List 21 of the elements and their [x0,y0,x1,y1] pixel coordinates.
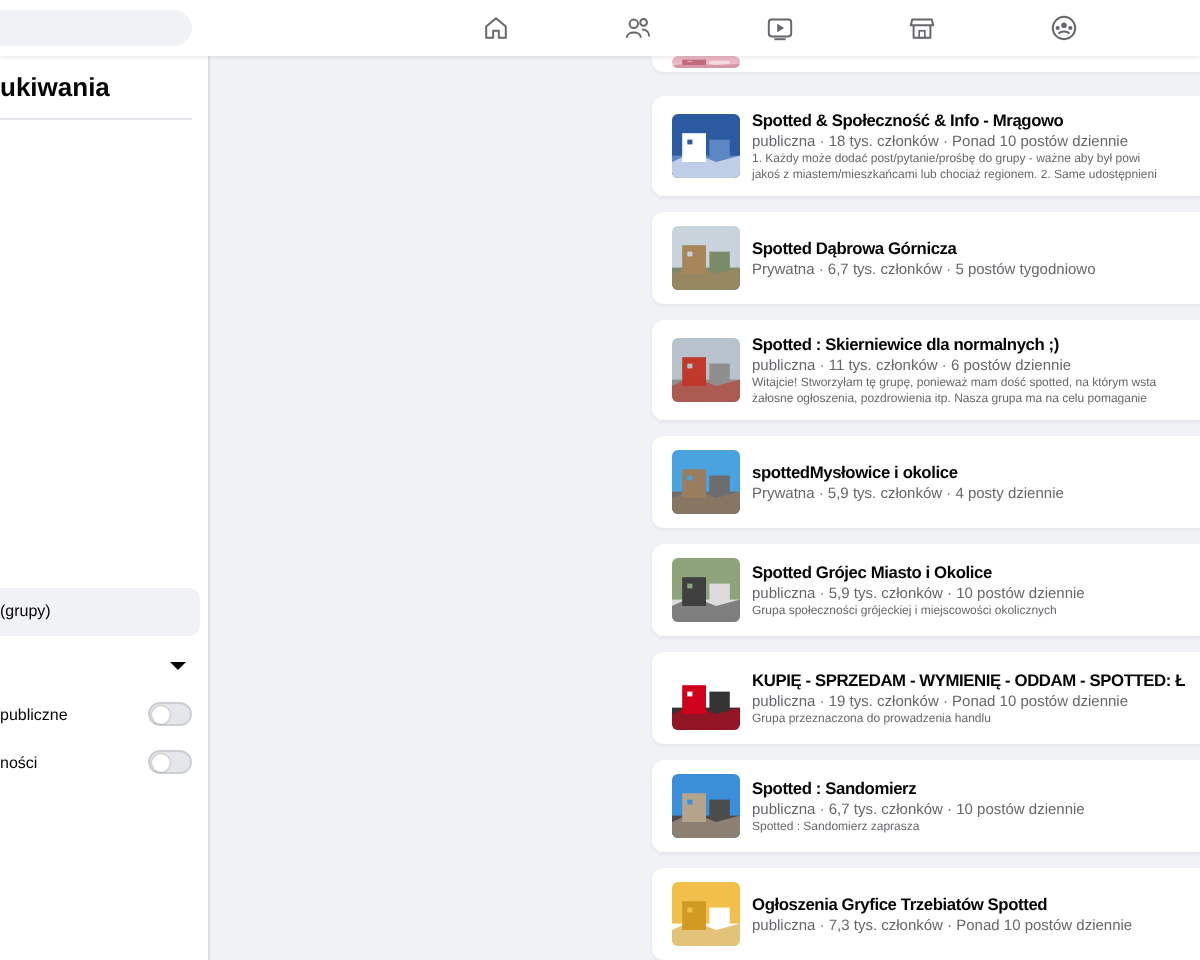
result-card[interactable] [652,319,1200,420]
panel-title: ukiwania [0,72,112,104]
toggle-switch[interactable] [148,702,192,726]
toggle-label: ności [0,753,38,771]
group-name[interactable]: spottedMysłowice i okolice [752,460,1064,484]
filter-item[interactable]: (grupy) [0,588,200,636]
result-card[interactable] [652,95,1200,196]
group-name[interactable]: Spotted Grójec Miasto i Okolice [752,560,1085,584]
group-name[interactable]: Spotted : Sandomierz [752,776,1085,800]
group-name[interactable]: Ogłoszenia Gryfice Trzebiatów Spotted [752,892,1133,916]
toggle-switch[interactable] [148,750,192,774]
group-name[interactable]: Spotted & Społeczność & Info - Mrągowo [752,107,1157,132]
group-name[interactable]: KUPIĘ - SPRZEDAM - WYMIENIĘ - ODDAM - SPOTTED: Ł [752,668,1186,692]
video-icon[interactable] [766,14,794,42]
group-name[interactable]: Spotted Dąbrowa Górnicza [752,235,1096,260]
toggle-label: publiczne [0,705,68,723]
store-icon[interactable] [908,14,936,42]
caret-icon[interactable] [170,662,186,670]
home-icon[interactable] [482,14,510,42]
group-name[interactable]: Spotted : Skierniewice dla normalnych ;) [752,331,1157,356]
people-icon[interactable] [624,14,652,42]
